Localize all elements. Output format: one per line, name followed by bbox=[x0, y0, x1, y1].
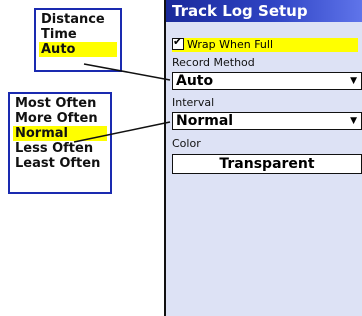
color-value: Transparent bbox=[219, 156, 315, 172]
interval-option-most-often[interactable]: Most Often bbox=[13, 96, 107, 111]
track-log-setup-screen: Track Log Setup ✔ Wrap When Full Record … bbox=[164, 0, 362, 316]
interval-select[interactable]: Normal ▼ bbox=[172, 112, 362, 130]
chevron-down-icon: ▼ bbox=[350, 76, 357, 86]
record-method-option-distance[interactable]: Distance bbox=[39, 12, 117, 27]
record-method-value: Auto bbox=[176, 73, 214, 89]
record-method-option-auto[interactable]: Auto bbox=[39, 42, 117, 57]
wrap-when-full-label: Wrap When Full bbox=[187, 38, 274, 51]
interval-options-popup: Most Often More Often Normal Less Often … bbox=[8, 92, 112, 194]
record-method-options-popup: Distance Time Auto bbox=[34, 8, 122, 72]
interval-label: Interval bbox=[172, 96, 215, 109]
screen-title: Track Log Setup bbox=[166, 0, 362, 22]
interval-value: Normal bbox=[176, 113, 234, 129]
interval-option-normal[interactable]: Normal bbox=[13, 126, 107, 141]
record-method-label: Record Method bbox=[172, 56, 255, 69]
record-method-option-time[interactable]: Time bbox=[39, 27, 117, 42]
interval-option-less-often[interactable]: Less Often bbox=[13, 141, 107, 156]
wrap-when-full-checkbox[interactable]: ✔ bbox=[172, 35, 184, 50]
chevron-down-icon: ▼ bbox=[350, 116, 357, 126]
color-label: Color bbox=[172, 137, 201, 150]
color-field[interactable]: Transparent bbox=[172, 154, 362, 174]
record-method-select[interactable]: Auto ▼ bbox=[172, 72, 362, 90]
interval-option-least-often[interactable]: Least Often bbox=[13, 156, 107, 171]
check-icon: ✔ bbox=[173, 35, 183, 48]
wrap-when-full-checkbox-row[interactable]: ✔ Wrap When Full bbox=[172, 35, 358, 52]
interval-option-more-often[interactable]: More Often bbox=[13, 111, 107, 126]
canvas: Distance Time Auto Most Often More Often… bbox=[0, 0, 362, 316]
